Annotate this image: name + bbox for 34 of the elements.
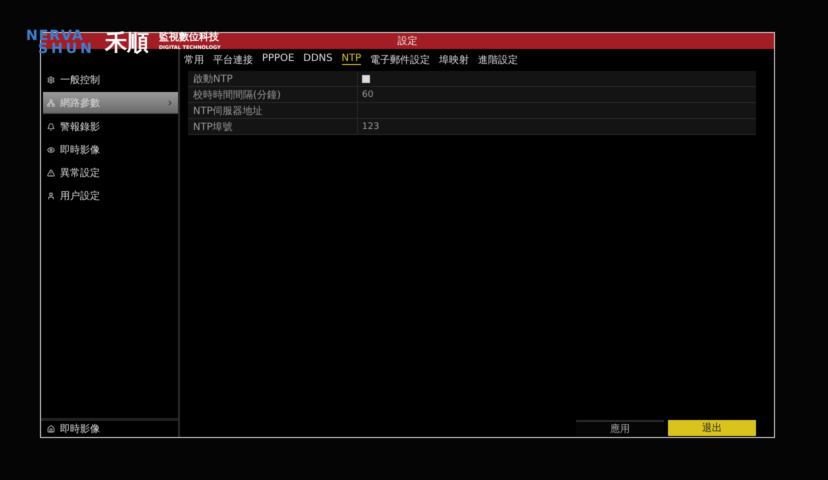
- company-name: 監視數位科技: [158, 33, 220, 43]
- sidebar-item[interactable]: 警報錄影: [43, 116, 178, 137]
- setting-label: 校時時間間隔(分鐘): [188, 87, 358, 102]
- window-title: 設定: [398, 34, 418, 48]
- chevron-icon: [166, 98, 174, 106]
- apply-button[interactable]: 應用: [576, 420, 664, 436]
- tab[interactable]: 電子郵件設定: [370, 53, 430, 68]
- sidebar-item[interactable]: 用户設定: [43, 185, 178, 206]
- sidebar-item[interactable]: 即時影像: [43, 139, 178, 160]
- sidebar-item[interactable]: 一般控制: [43, 69, 178, 90]
- tab[interactable]: DDNS: [303, 53, 333, 65]
- setting-label: NTP伺服器地址: [188, 103, 358, 118]
- setting-label: NTP埠號: [188, 119, 358, 134]
- tab[interactable]: PPPOE: [262, 53, 294, 65]
- setting-label: 啟動NTP: [188, 71, 358, 86]
- setting-value[interactable]: 123: [362, 122, 380, 132]
- sidebar-item[interactable]: 異常設定: [43, 162, 178, 183]
- tab[interactable]: NTP: [342, 53, 362, 65]
- tab[interactable]: 常用: [184, 53, 204, 68]
- logo-mark: 禾順: [104, 29, 149, 58]
- user-icon: [47, 192, 55, 200]
- tab[interactable]: 埠映射: [439, 53, 470, 68]
- tab[interactable]: 進階設定: [478, 53, 518, 68]
- setting-value[interactable]: 60: [362, 90, 374, 100]
- gear-icon: [47, 76, 55, 84]
- eye-icon: [47, 146, 55, 154]
- exit-button[interactable]: 退出: [668, 420, 756, 436]
- bell-icon: [47, 122, 55, 130]
- home-icon: [47, 425, 55, 433]
- checkbox[interactable]: [362, 74, 370, 82]
- tab[interactable]: 平台連接: [213, 53, 253, 68]
- live-view-button[interactable]: 即時影像: [41, 418, 178, 437]
- warning-icon: [47, 168, 55, 176]
- network-icon: [47, 98, 55, 106]
